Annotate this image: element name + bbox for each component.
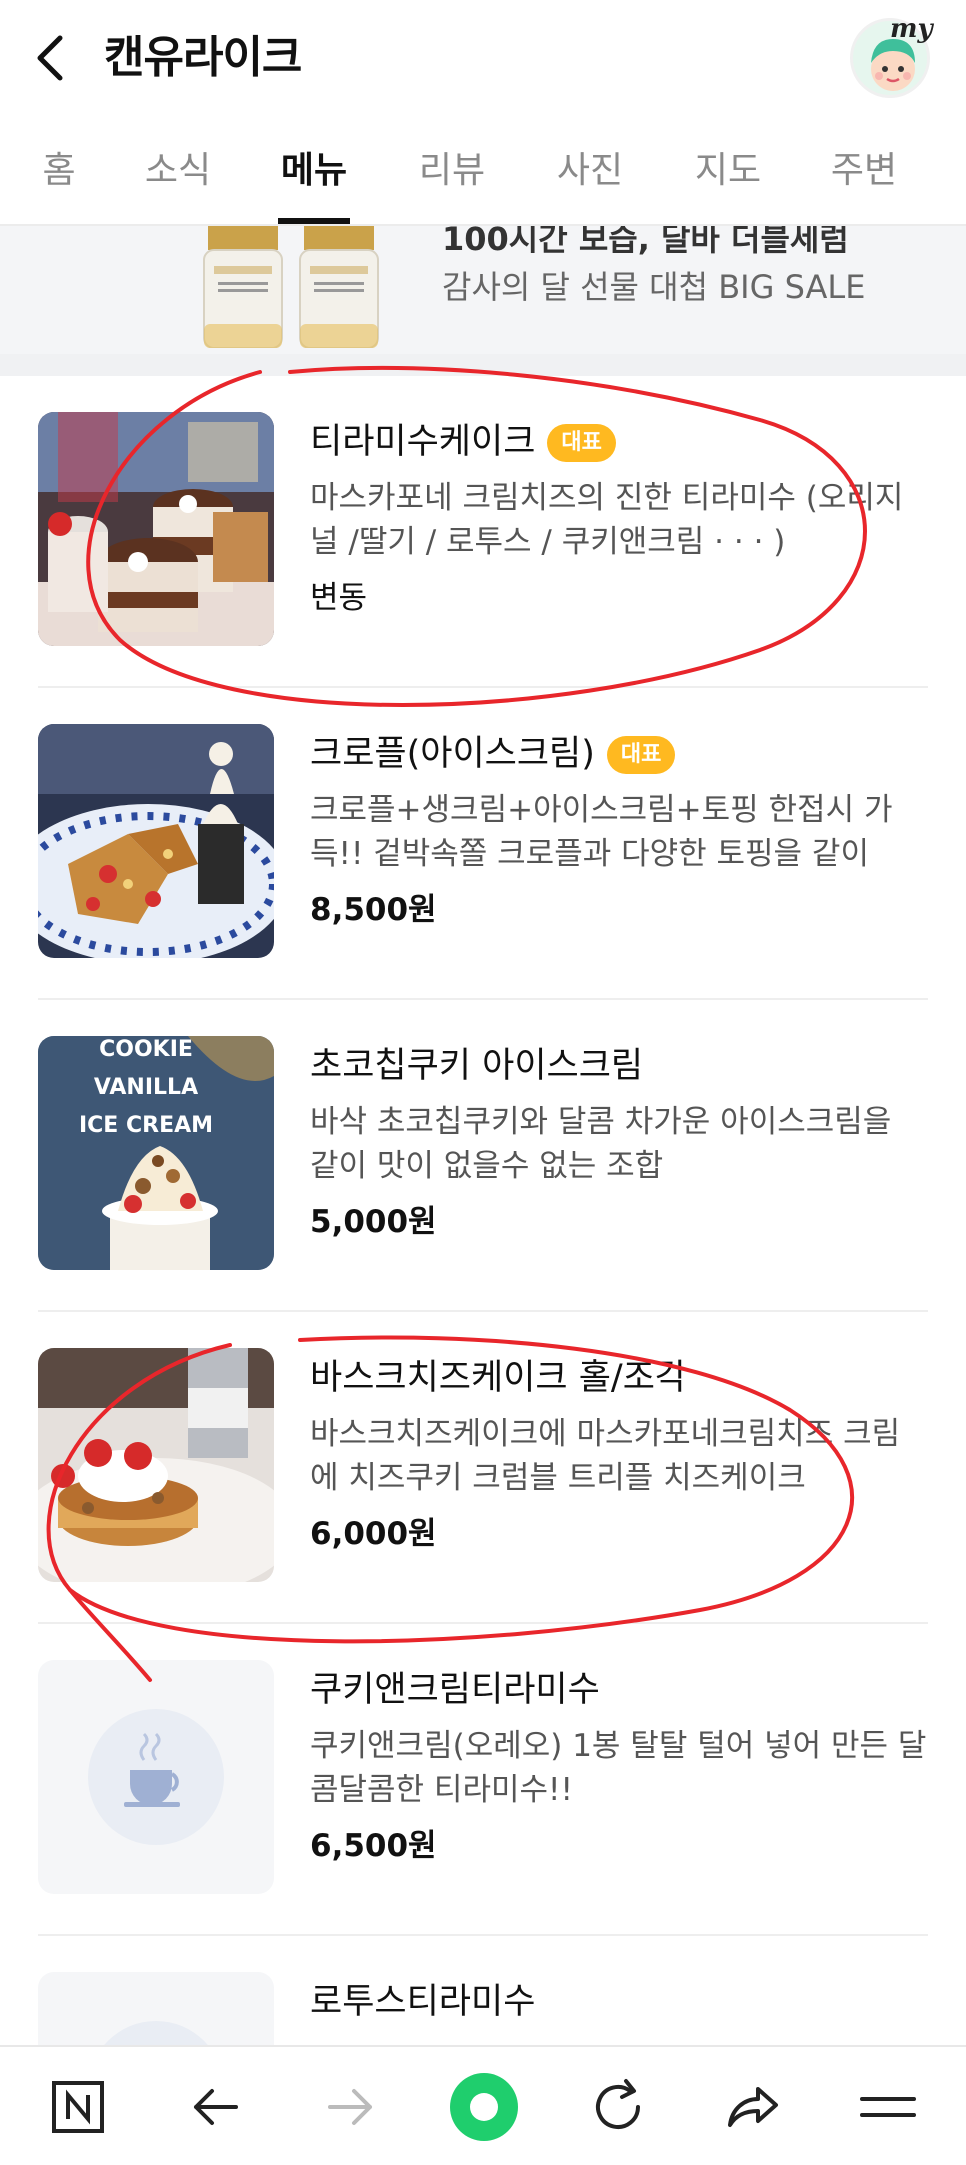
image-text-ice-cream: ICE CREAM (79, 1113, 213, 1138)
place-title: 캔유라이크 (104, 32, 302, 83)
browser-bottom-nav (0, 2045, 966, 2165)
menu-item-price: 6,500원 (310, 1828, 437, 1864)
active-tab-indicator (278, 218, 350, 224)
menu-item-tiramisu-cake[interactable]: 티라미수케이크 대표 마스카포네 크림치즈의 진한 티라미수 (오리지널 /딸기 … (38, 376, 928, 688)
menu-item-chocochip-cookie-icecream[interactable]: COOKIE VANILLA ICE CREAM 초코칩쿠키 아이스크림 바삭 … (38, 1000, 928, 1312)
tab-news[interactable]: 소식 (140, 148, 216, 194)
serum-bottle-image (298, 226, 380, 349)
basque-cheesecake-photo (38, 1348, 274, 1582)
serum-bottle-image (202, 226, 284, 349)
menu-item-price: 변동 (310, 580, 368, 616)
signature-badge: 대표 (547, 424, 616, 462)
green-dot-icon[interactable] (446, 2069, 522, 2145)
menu-item-name: 초코칩쿠키 아이스크림 (310, 1046, 644, 1086)
menu-item-price: 8,500원 (310, 892, 437, 928)
image-text-cookie: COOKIE (99, 1037, 193, 1062)
menu-item-croffle[interactable]: 크로플(아이스크림) 대표 크로플+생크림+아이스크림+토핑 한접시 가득!! 겉… (38, 688, 928, 1000)
back-chevron-icon[interactable] (28, 30, 76, 86)
tiramisu-cake-photo (38, 412, 274, 646)
menu-item-price: 5,000원 (310, 1204, 437, 1240)
placeholder-photo (38, 1660, 274, 1894)
menu-item-name: 쿠키앤크림티라미수 (310, 1670, 600, 1710)
section-divider (0, 354, 966, 376)
tab-photos[interactable]: 사진 (552, 148, 628, 194)
menu-item-basque-cheesecake[interactable]: 바스크치즈케이크 홀/조각 바스크치즈케이크에 마스카포네크림치즈 크림에 치즈… (38, 1312, 928, 1624)
croffle-photo (38, 724, 274, 958)
app-header: 캔유라이크 my (0, 0, 966, 118)
tab-map[interactable]: 지도 (690, 148, 766, 194)
share-icon[interactable] (714, 2069, 790, 2145)
ad-title: 100시간 보습, 달바 더블세럼 (442, 226, 849, 258)
reload-icon[interactable] (580, 2069, 656, 2145)
image-text-vanilla: VANILLA (94, 1075, 198, 1100)
menu-item-cookies-cream-tiramisu[interactable]: 쿠키앤크림티라미수 쿠키앤크림(오레오) 1봉 탈탈 털어 넣어 만든 달콤달콤… (38, 1624, 928, 1936)
menu-icon[interactable] (850, 2069, 926, 2145)
menu-item-description: 바삭 초코칩쿠키와 달콤 차가운 아이스크림을 같이 맛이 없을수 없는 조합 (310, 1104, 892, 1184)
ad-subtitle: 감사의 달 선물 대첩 BIG SALE (442, 268, 866, 306)
tab-home[interactable]: 홈 (38, 148, 80, 194)
signature-badge: 대표 (606, 736, 676, 774)
menu-item-description: 쿠키앤크림(오레오) 1봉 탈탈 털어 넣어 만든 달콤달콤한 티라미수!! (310, 1728, 927, 1808)
menu-item-description: 마스카포네 크림치즈의 진한 티라미수 (오리지널 /딸기 / 로투스 / 쿠키… (310, 480, 904, 560)
menu-item-name: 티라미수케이크 대표 (310, 420, 616, 464)
menu-item-name: 크로플(아이스크림) 대표 (310, 732, 676, 776)
naver-home-icon[interactable] (40, 2069, 116, 2145)
ad-banner[interactable]: 100시간 보습, 달바 더블세럼 감사의 달 선물 대첩 BIG SALE (0, 226, 966, 354)
menu-item-description: 크로플+생크림+아이스크림+토핑 한접시 가득!! 겉박속쫄 크로플과 다양한 … (310, 792, 893, 872)
menu-item-price: 6,000원 (310, 1516, 437, 1552)
tab-reviews[interactable]: 리뷰 (414, 148, 490, 194)
tab-nearby[interactable]: 주변 (826, 148, 902, 194)
menu-item-description: 바스크치즈케이크에 마스카포네크림치즈 크림에 치즈쿠키 크럼블 트리플 치즈케… (310, 1416, 901, 1496)
menu-item-name: 바스크치즈케이크 홀/조각 (310, 1358, 688, 1398)
back-arrow-icon[interactable] (178, 2069, 254, 2145)
avatar-my-label: my (890, 14, 933, 44)
tab-menu[interactable]: 메뉴 (276, 148, 352, 194)
tab-bar: 홈 소식 메뉴 리뷰 사진 지도 주변 (0, 118, 966, 226)
forward-arrow-icon[interactable] (312, 2069, 388, 2145)
menu-item-name: 로투스티라미수 (310, 1982, 536, 2022)
cookie-icecream-photo: COOKIE VANILLA ICE CREAM (38, 1036, 274, 1270)
